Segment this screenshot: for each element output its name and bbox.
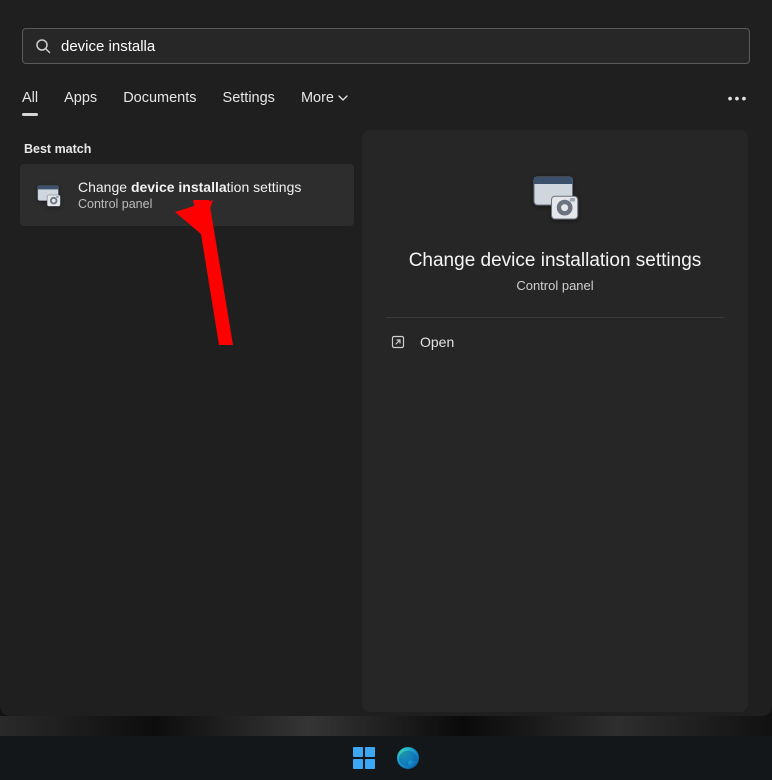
control-panel-icon xyxy=(527,170,583,226)
detail-subtitle: Control panel xyxy=(516,278,593,293)
edge-browser-icon[interactable] xyxy=(395,745,421,771)
detail-title: Change device installation settings xyxy=(409,250,702,272)
tab-settings[interactable]: Settings xyxy=(223,90,275,112)
search-box[interactable] xyxy=(22,28,750,64)
tab-documents[interactable]: Documents xyxy=(123,90,196,112)
open-action[interactable]: Open xyxy=(386,318,724,366)
detail-panel: Change device installation settings Cont… xyxy=(362,130,748,712)
result-subtitle: Control panel xyxy=(78,197,301,211)
start-button[interactable] xyxy=(351,745,377,771)
result-text: Change device installation settings Cont… xyxy=(78,179,301,211)
tab-apps[interactable]: Apps xyxy=(64,90,97,112)
best-match-label: Best match xyxy=(24,142,91,156)
desktop-strip xyxy=(0,716,772,736)
control-panel-icon xyxy=(34,180,64,210)
search-panel: All Apps Documents Settings More ••• Bes… xyxy=(0,0,772,716)
taskbar xyxy=(0,736,772,780)
tab-more-label: More xyxy=(301,90,334,106)
search-icon xyxy=(35,38,51,54)
tabs-row: All Apps Documents Settings More ••• xyxy=(22,86,750,116)
open-label: Open xyxy=(420,334,454,350)
tab-more[interactable]: More xyxy=(301,90,348,112)
tab-all[interactable]: All xyxy=(22,90,38,112)
chevron-down-icon xyxy=(338,93,348,103)
open-icon xyxy=(390,334,406,350)
search-input[interactable] xyxy=(61,38,737,55)
result-title: Change device installation settings xyxy=(78,179,301,195)
more-options-button[interactable]: ••• xyxy=(726,86,750,110)
result-item[interactable]: Change device installation settings Cont… xyxy=(20,164,354,226)
